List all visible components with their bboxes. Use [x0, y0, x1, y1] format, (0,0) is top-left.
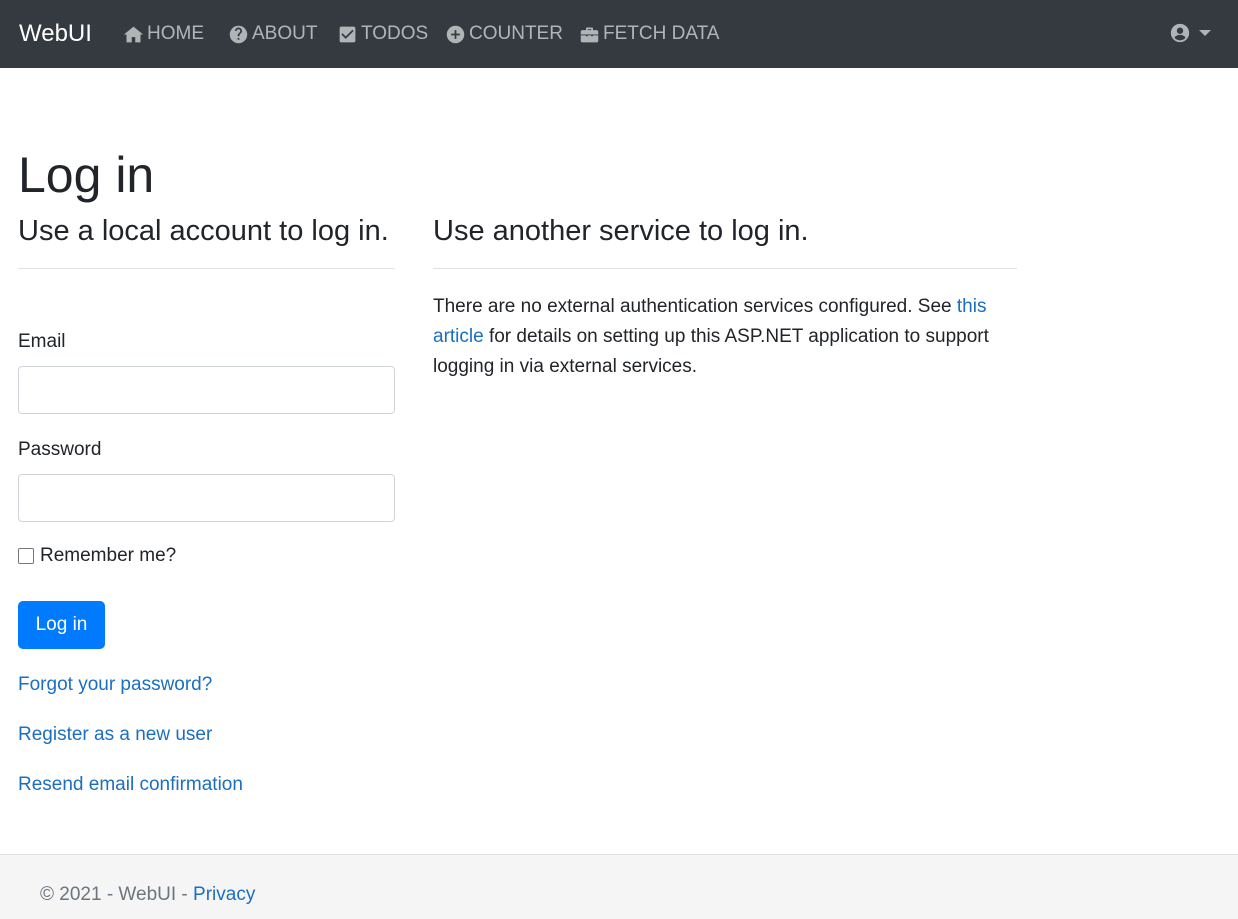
- privacy-link[interactable]: Privacy: [193, 884, 255, 905]
- user-circle-icon: [1170, 23, 1190, 43]
- home-icon: [123, 26, 144, 42]
- footer-text: © 2021 - WebUI - Privacy: [40, 883, 255, 907]
- remember-me-row: Remember me?: [18, 545, 176, 567]
- nav-fetch-data[interactable]: FETCH DATA: [579, 21, 719, 47]
- copyright-text: © 2021 - WebUI -: [40, 884, 194, 905]
- nav-todos-label: TODOS: [361, 23, 429, 44]
- page-title: Log in: [18, 147, 155, 203]
- nav-home[interactable]: HOME: [123, 21, 204, 47]
- email-field[interactable]: [18, 366, 395, 414]
- nav-counter[interactable]: COUNTER: [445, 21, 563, 47]
- chevron-down-icon: [1199, 30, 1211, 36]
- login-button[interactable]: Log in: [18, 601, 105, 649]
- external-login-section: Use another service to log in. There are…: [433, 213, 1017, 382]
- external-login-heading: Use another service to log in.: [433, 215, 809, 247]
- divider: [433, 268, 1017, 269]
- toolbox-icon: [580, 27, 599, 42]
- check-square-icon: [339, 26, 356, 42]
- divider: [18, 268, 395, 269]
- plus-circle-icon: [446, 25, 465, 43]
- remember-me-label[interactable]: Remember me?: [40, 545, 176, 567]
- footer: © 2021 - WebUI - Privacy: [0, 854, 1238, 919]
- question-circle-icon: [229, 25, 248, 43]
- nav-todos[interactable]: TODOS: [337, 21, 428, 47]
- forgot-password-link[interactable]: Forgot your password?: [18, 673, 212, 697]
- nav-fetch-data-label: FETCH DATA: [603, 23, 720, 44]
- brand-link[interactable]: WebUI: [19, 19, 92, 49]
- password-field[interactable]: [18, 474, 395, 522]
- nav-about-label: ABOUT: [252, 23, 318, 44]
- info-text-before: There are no external authentication ser…: [433, 296, 957, 317]
- resend-confirmation-link[interactable]: Resend email confirmation: [18, 773, 243, 797]
- external-login-info: There are no external authentication ser…: [433, 292, 1017, 382]
- info-text-after: for details on setting up this ASP.NET a…: [433, 326, 989, 377]
- top-navbar: WebUI HOME ABOUT TODOS COUNTER FETCH DAT…: [0, 0, 1238, 68]
- nav-home-label: HOME: [147, 23, 204, 44]
- register-link[interactable]: Register as a new user: [18, 723, 212, 747]
- local-login-heading: Use a local account to log in.: [18, 215, 389, 247]
- nav-about[interactable]: ABOUT: [228, 21, 317, 47]
- nav-counter-label: COUNTER: [469, 23, 563, 44]
- email-label: Email: [18, 331, 66, 352]
- user-menu-dropdown[interactable]: [1169, 22, 1211, 44]
- local-login-section: Use a local account to log in.: [18, 213, 395, 269]
- remember-me-checkbox[interactable]: [18, 548, 34, 564]
- password-label: Password: [18, 439, 102, 460]
